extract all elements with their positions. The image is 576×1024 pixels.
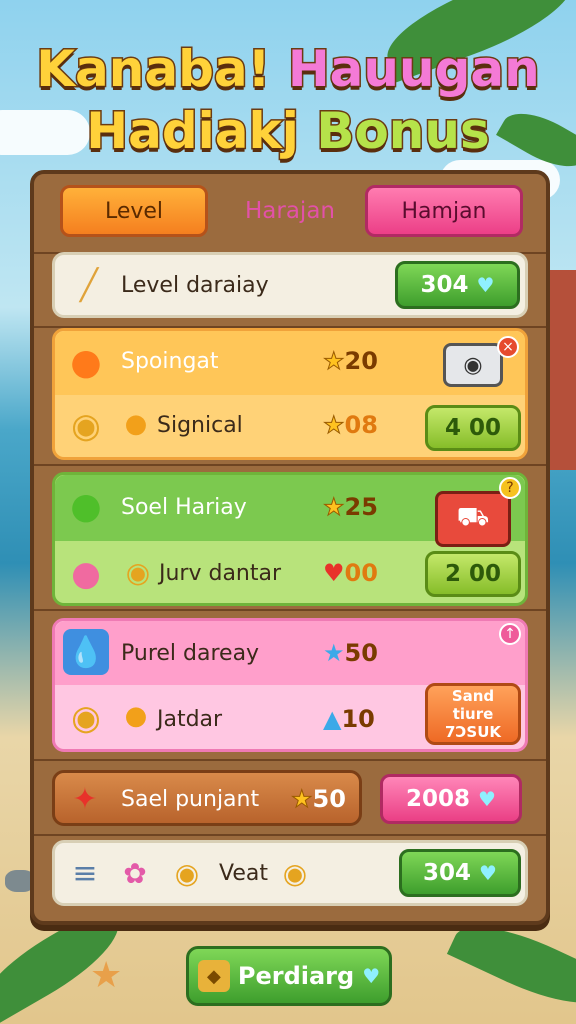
drop-reward: ▲10: [323, 705, 375, 733]
row-label: Soel Hariay: [121, 495, 247, 520]
coin-stack-icon: ≡: [72, 855, 98, 891]
star-value: 50: [312, 785, 346, 813]
row-label: Jurv dantar: [159, 561, 282, 586]
star-icon: ★: [323, 639, 345, 667]
tab-harajan[interactable]: Harajan: [225, 185, 355, 237]
title-word: Kanaba!: [35, 39, 272, 100]
star-value: 00: [344, 559, 378, 587]
perdiarg-button[interactable]: ◆ Perdiarg ♥: [186, 946, 392, 1006]
apple-icon: ●: [70, 485, 102, 527]
row-label: Veat: [219, 861, 268, 886]
water-drop-icon: 💧: [63, 629, 109, 675]
star-icon: ★: [323, 493, 345, 522]
starfish-icon: ★: [90, 955, 123, 996]
reward-button[interactable]: Sand tiure 7ƆSUK: [425, 683, 521, 745]
star-value: 08: [344, 411, 378, 439]
star-reward: ★08: [323, 411, 378, 440]
value-text: 2008: [406, 786, 471, 812]
help-icon[interactable]: ?: [499, 477, 521, 499]
value-text: 4 00: [444, 415, 502, 441]
row-level-daraiay: ╱ Level daraiay 304 ♥: [52, 252, 528, 318]
title-word: Bonus: [315, 101, 491, 162]
row-label: Spoingat: [121, 349, 219, 374]
cart-icon[interactable]: ⛟: [435, 491, 511, 547]
heart-icon: ♥: [323, 559, 345, 587]
row-label: Signical: [157, 413, 243, 438]
orange-icon: ●: [124, 409, 148, 439]
star-reward: ★20: [323, 347, 378, 376]
star-value: 10: [341, 705, 375, 733]
value-text: 2 00: [444, 561, 502, 587]
flower-icon: ✿: [123, 856, 147, 890]
coin-icon: ◉: [71, 698, 101, 738]
star-reward: ★50: [323, 639, 378, 667]
star-icon: ★: [291, 785, 313, 814]
group-orange: ● Spoingat ★20 ◉ × ◉ ● Signical ★08 4 00: [52, 328, 528, 460]
peach-icon: ●: [71, 554, 101, 594]
star-reward: ★50: [291, 785, 346, 814]
heart-reward: ♥00: [323, 559, 378, 587]
group-green: ● Soel Hariay ★25 ⛟ ? ● ◉ Jurv dantar ♥0…: [52, 472, 528, 606]
reward-text: 7ƆSUK: [444, 723, 502, 741]
reward-text: Sand: [451, 687, 495, 705]
firework-icon: ✦: [72, 781, 98, 817]
title-line-1: Kanaba! Hauugan: [0, 39, 576, 100]
title-word: Hadiakj: [85, 101, 301, 162]
tab-level[interactable]: Level: [60, 185, 208, 237]
close-icon[interactable]: ×: [497, 336, 519, 358]
star-value: 20: [344, 347, 378, 375]
row-veat: ≡ ✿ ◉ Veat ◉ 304 ♥: [52, 840, 528, 906]
row-sael-punjant: ✦ Sael punjant ★50: [52, 770, 362, 826]
tab-hamjan[interactable]: Hamjan: [365, 185, 523, 237]
title-line-2: Hadiakj Bonus: [0, 101, 576, 162]
claim-button[interactable]: 4 00: [425, 405, 521, 451]
title-word: Hauugan: [286, 39, 541, 100]
star-value: 25: [344, 493, 378, 521]
tab-bar: Level Harajan Hamjan: [60, 185, 525, 240]
coin-icon: ◉: [125, 555, 151, 589]
coin-icon: ◉: [71, 406, 101, 446]
palm-leaf: [446, 908, 576, 1022]
heart-icon: ♥: [362, 964, 381, 988]
star-value: 50: [344, 639, 378, 667]
claim-button[interactable]: 2 00: [425, 551, 521, 597]
flute-icon: ╱: [79, 267, 99, 303]
ticket-icon: ◆: [197, 960, 230, 992]
star-reward: ★25: [323, 493, 378, 522]
value-text: 304: [420, 272, 469, 298]
claim-button[interactable]: 304 ♥: [399, 849, 521, 897]
peach-icon: ●: [70, 341, 102, 383]
camera-icon[interactable]: ◉: [443, 343, 503, 387]
row-label: Purel dareay: [121, 641, 260, 666]
star-icon: ★: [323, 411, 345, 440]
coin-icon: ◉: [282, 856, 308, 890]
coin-icon: ◉: [174, 856, 200, 890]
claim-button[interactable]: 2008 ♥: [380, 774, 522, 824]
claim-button[interactable]: 304 ♥: [395, 261, 520, 309]
thumbs-icon: ▲: [323, 705, 342, 733]
info-icon[interactable]: ↑: [499, 623, 521, 645]
row-label: Jatdar: [157, 707, 223, 732]
heart-icon: ♥: [479, 861, 497, 885]
reward-text: tiure: [452, 705, 494, 723]
perdiarg-label: Perdiarg: [237, 962, 355, 990]
star-icon: ★: [323, 347, 345, 376]
orange-icon: ●: [124, 701, 148, 731]
heart-icon: ♥: [476, 273, 495, 297]
row-label: Sael punjant: [121, 787, 260, 812]
group-pink: 💧 Purel dareay ★50 ↑ ◉ ● Jatdar ▲10 Sand…: [52, 618, 528, 752]
heart-icon: ♥: [478, 787, 496, 811]
row-label: Level daraiay: [121, 273, 269, 298]
value-text: 304: [423, 860, 472, 886]
